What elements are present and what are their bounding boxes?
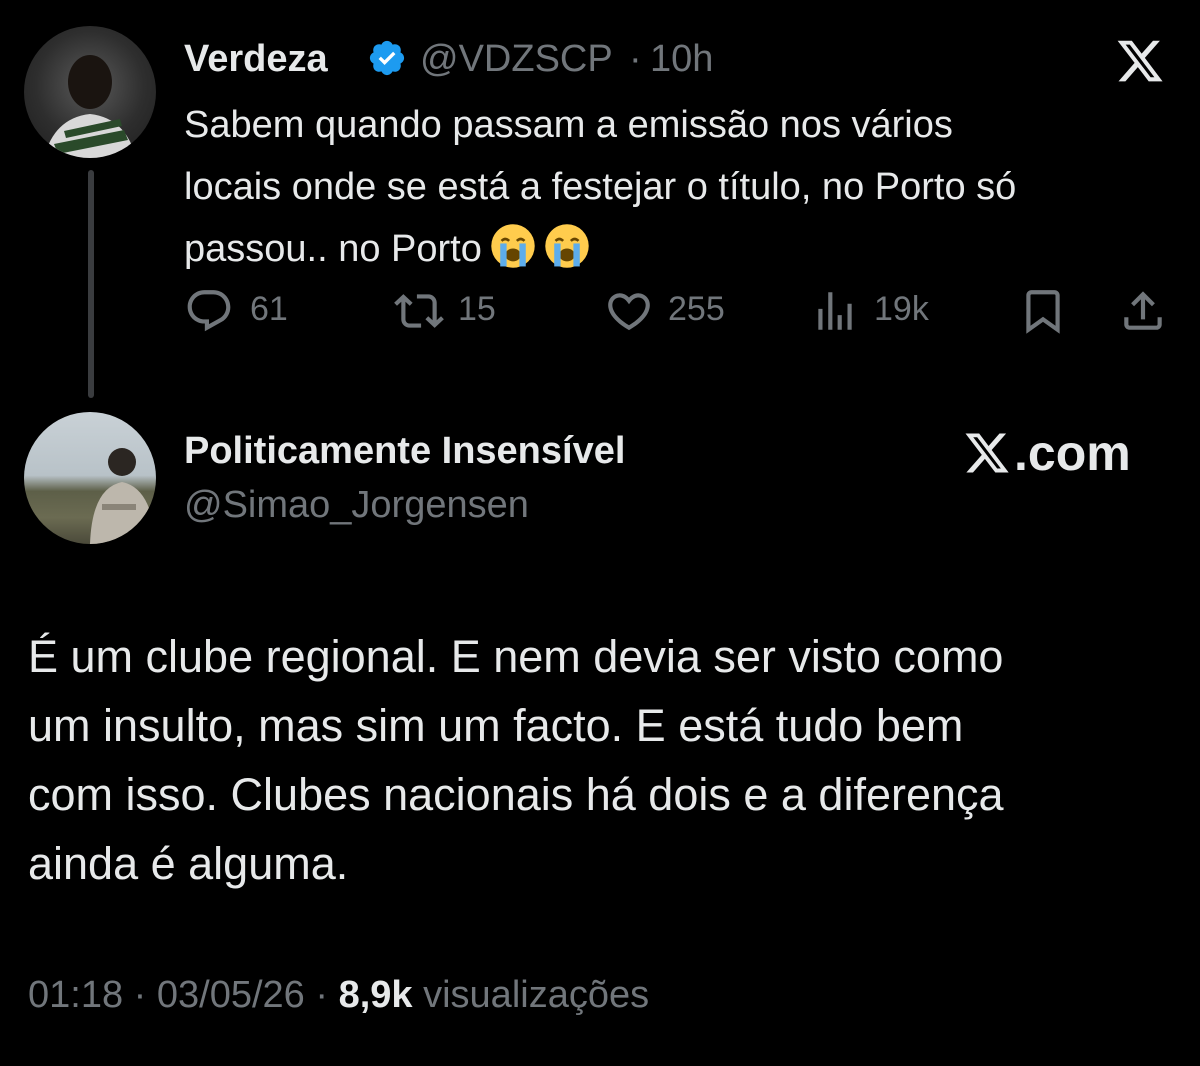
views-count: 19k: [874, 290, 929, 328]
views-analytics-icon[interactable]: [810, 286, 860, 336]
share-icon[interactable]: [1118, 286, 1168, 336]
author-name[interactable]: Politicamente Insensível: [184, 430, 625, 473]
x-logo-icon: [965, 433, 1009, 473]
author-name[interactable]: Verdeza: [184, 38, 328, 81]
author-handle[interactable]: @VDZSCP: [420, 38, 613, 81]
crying-face-emoji-icon: [491, 224, 535, 268]
tweet-text-line: passou.. no Porto: [184, 228, 482, 270]
tweet-text: Sabem quando passam a emissão nos vários…: [184, 94, 1184, 280]
like-count: 255: [668, 290, 725, 328]
tweet-text-line: É um clube regional. E nem devia ser vis…: [28, 631, 1004, 682]
avatar-photo: [44, 55, 136, 158]
author-avatar-simao[interactable]: [24, 412, 156, 544]
reply-icon[interactable]: [184, 286, 234, 336]
x-logo-icon: [1117, 40, 1163, 82]
tweet-text-line: um insulto, mas sim um facto. E está tud…: [28, 700, 964, 751]
handle-time-separator: ·: [629, 38, 642, 80]
tweet-text-line: Sabem quando passam a emissão nos vários: [184, 104, 953, 146]
footer-date[interactable]: 03/05/26: [157, 974, 305, 1016]
footer-separator: ·: [133, 974, 147, 1016]
bookmark-icon[interactable]: [1018, 286, 1068, 336]
like-heart-icon[interactable]: [604, 286, 654, 336]
reply-tweet-text: É um clube regional. E nem devia ser vis…: [28, 622, 1178, 898]
footer-views-label: visualizações: [423, 974, 650, 1016]
tweet-text-line: ainda é alguma.: [28, 838, 349, 889]
retweet-count: 15: [458, 290, 496, 328]
site-domain-text: .com: [1014, 425, 1131, 481]
tweet-footer-meta: 01:18 · 03/05/26 · 8,9k visualizações: [28, 974, 649, 1017]
footer-separator: ·: [315, 974, 329, 1016]
footer-views-count[interactable]: 8,9k: [339, 974, 413, 1016]
author-handle[interactable]: @Simao_Jorgensen: [184, 484, 529, 527]
tweet-text-line: com isso. Clubes nacionais há dois e a d…: [28, 769, 1004, 820]
avatar-photo: [90, 448, 156, 544]
tweet-timestamp[interactable]: 10h: [650, 38, 713, 81]
crying-face-emoji-icon: [545, 224, 589, 268]
tweet-text-line: locais onde se está a festejar o título,…: [184, 166, 1017, 208]
reply-count: 61: [250, 290, 288, 328]
retweet-icon[interactable]: [394, 286, 444, 336]
thread-connector-line: [88, 170, 94, 398]
verified-badge-icon[interactable]: [367, 38, 407, 78]
author-avatar-verdeza[interactable]: [24, 26, 156, 158]
footer-time[interactable]: 01:18: [28, 974, 123, 1016]
x-com-branding: .com: [962, 424, 1131, 482]
tweet-text-line-last: passou.. no Porto: [184, 218, 1184, 280]
